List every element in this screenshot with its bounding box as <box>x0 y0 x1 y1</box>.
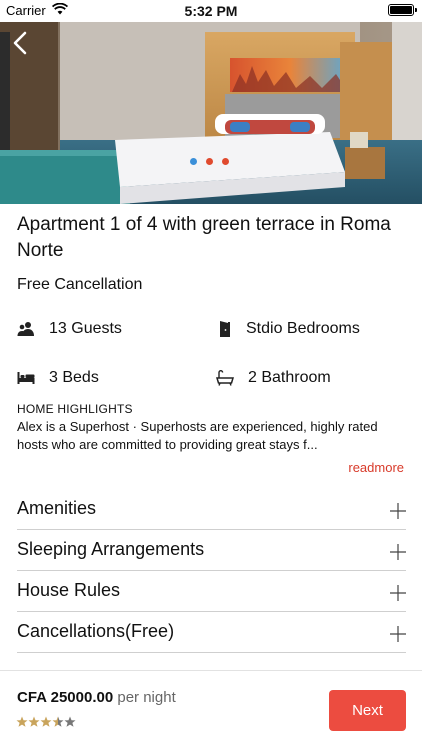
section-house-rules[interactable]: House Rules <box>17 572 406 612</box>
plus-icon[interactable] <box>390 503 406 519</box>
guests-icon <box>17 322 34 336</box>
price-per-night: CFA 25000.00 per night <box>17 689 176 706</box>
battery-icon <box>388 4 417 16</box>
plus-icon[interactable] <box>390 585 406 601</box>
highlights-text: Alex is a Superhost · Superhosts are exp… <box>17 419 378 452</box>
footer-divider <box>0 670 422 671</box>
price-amount: CFA 25000.00 <box>17 689 114 706</box>
bathtub-icon <box>216 370 234 386</box>
door-icon <box>220 321 230 337</box>
feature-label: 3 Beds <box>49 369 99 386</box>
feature-label: Stdio Bedrooms <box>246 320 360 337</box>
back-arrow-icon[interactable] <box>8 30 34 56</box>
hotel-room-illustration <box>0 22 422 204</box>
star-rating-icon <box>16 716 76 727</box>
hero-image[interactable] <box>0 22 422 204</box>
section-label: Sleeping Arrangements <box>17 539 205 559</box>
per-night-label: per night <box>117 689 176 706</box>
plus-icon[interactable] <box>390 544 406 560</box>
feature-bathrooms: 2 Bathroom <box>216 369 331 387</box>
section-amenities[interactable]: Amenities <box>17 490 406 530</box>
section-label: House Rules <box>17 580 121 600</box>
section-sleeping-arrangements[interactable]: Sleeping Arrangements <box>17 531 406 571</box>
rating-stars <box>16 716 76 728</box>
feature-label: 2 Bathroom <box>248 369 331 386</box>
feature-guests: 13 Guests <box>17 320 122 338</box>
section-label: Amenities <box>17 498 97 518</box>
feature-label: 13 Guests <box>49 320 122 337</box>
bed-icon <box>17 372 35 384</box>
section-cancellations[interactable]: Cancellations(Free) <box>17 613 406 653</box>
section-label: Cancellations(Free) <box>17 621 175 641</box>
readmore-link[interactable]: readmore <box>348 460 404 475</box>
next-button[interactable]: Next <box>329 690 406 731</box>
carousel-dots[interactable] <box>190 158 229 165</box>
feature-bedrooms: Stdio Bedrooms <box>218 320 360 338</box>
carousel-dot-1[interactable] <box>190 158 197 165</box>
cancellation-note: Free Cancellation <box>17 276 143 293</box>
listing-title: Apartment 1 of 4 with green terrace in R… <box>17 214 391 261</box>
plus-icon[interactable] <box>390 626 406 642</box>
status-bar: Carrier 5:32 PM <box>0 0 422 22</box>
carousel-dot-3[interactable] <box>222 158 229 165</box>
feature-beds: 3 Beds <box>17 369 99 387</box>
carousel-dot-2[interactable] <box>206 158 213 165</box>
highlights-heading: HOME HIGHLIGHTS <box>17 402 133 416</box>
clock: 5:32 PM <box>184 3 238 19</box>
